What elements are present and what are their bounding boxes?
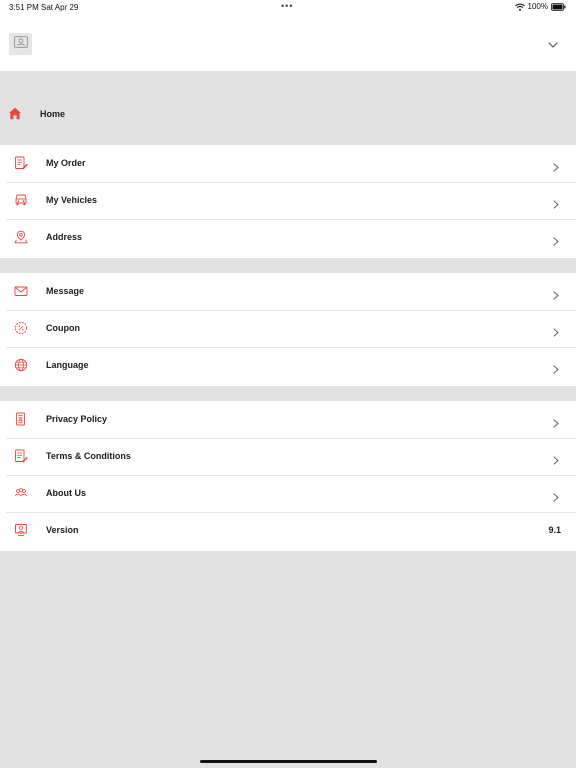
wifi-icon <box>514 3 525 11</box>
envelope-icon <box>14 284 28 298</box>
coupon-icon <box>14 321 28 335</box>
side-menu-screen: 3:51 PM Sat Apr 29 ••• 100% Home My Orde… <box>0 0 576 768</box>
vehicle-icon <box>14 193 28 207</box>
chevron-right-icon <box>553 324 559 337</box>
chevron-right-icon <box>553 489 559 502</box>
avatar[interactable] <box>9 33 32 55</box>
menu-item-label: Coupon <box>46 323 80 333</box>
chevron-right-icon <box>553 361 559 374</box>
menu-item-terms-conditions[interactable]: Terms & Conditions <box>0 438 576 475</box>
menu-item-label: My Order <box>46 158 86 168</box>
menu-item-message[interactable]: Message <box>0 273 576 310</box>
menu-item-label: About Us <box>46 488 86 498</box>
menu-item-label: Message <box>46 286 85 296</box>
version-value: 9.1 <box>548 525 561 535</box>
menu-item-coupon[interactable]: Coupon <box>0 310 576 347</box>
status-time: 3:51 PM <box>9 3 39 12</box>
profile-card-icon <box>13 35 28 53</box>
collapse-button[interactable] <box>545 38 561 50</box>
menu-header <box>0 14 576 71</box>
status-indicators: 100% <box>514 2 566 11</box>
battery-percent: 100% <box>527 2 548 11</box>
menu-item-label: Address <box>46 232 83 242</box>
menu-group-communication: Message Coupon Language <box>0 273 576 386</box>
chevron-down-icon <box>548 35 558 53</box>
chevron-right-icon <box>553 415 559 428</box>
chevron-right-icon <box>553 287 559 300</box>
version-icon <box>14 523 28 537</box>
chevron-right-icon <box>553 452 559 465</box>
terms-document-icon <box>14 449 28 463</box>
menu-item-privacy-policy[interactable]: Privacy Policy <box>0 401 576 438</box>
chevron-right-icon <box>553 233 559 246</box>
home-menu-item[interactable]: Home <box>0 72 576 142</box>
menu-group-account: My Order My Vehicles Address <box>0 145 576 258</box>
globe-icon <box>14 358 28 372</box>
menu-item-version: Version 9.1 <box>0 512 576 549</box>
home-label: Home <box>40 109 66 119</box>
chevron-right-icon <box>553 196 559 209</box>
battery-icon <box>551 2 566 11</box>
menu-item-label: Language <box>46 360 89 370</box>
menu-item-about-us[interactable]: About Us <box>0 475 576 512</box>
menu-item-label: Privacy Policy <box>46 414 108 424</box>
status-bar: 3:51 PM Sat Apr 29 ••• 100% <box>0 0 576 14</box>
order-icon <box>14 156 28 170</box>
chevron-right-icon <box>553 159 559 172</box>
menu-group-info: Privacy Policy Terms & Conditions About … <box>0 401 576 551</box>
menu-item-label: Version <box>46 525 79 535</box>
menu-item-address[interactable]: Address <box>0 219 576 256</box>
home-icon <box>8 107 22 120</box>
menu-item-my-order[interactable]: My Order <box>0 145 576 182</box>
address-pin-icon <box>14 230 28 244</box>
menu-item-language[interactable]: Language <box>0 347 576 384</box>
menu-item-my-vehicles[interactable]: My Vehicles <box>0 182 576 219</box>
status-date: Sat Apr 29 <box>41 3 79 12</box>
multitasking-dots[interactable]: ••• <box>281 1 293 11</box>
menu-item-label: Terms & Conditions <box>46 451 131 461</box>
home-indicator[interactable] <box>200 760 377 763</box>
privacy-document-icon <box>14 412 28 426</box>
about-us-icon <box>14 486 28 500</box>
menu-item-label: My Vehicles <box>46 195 98 205</box>
